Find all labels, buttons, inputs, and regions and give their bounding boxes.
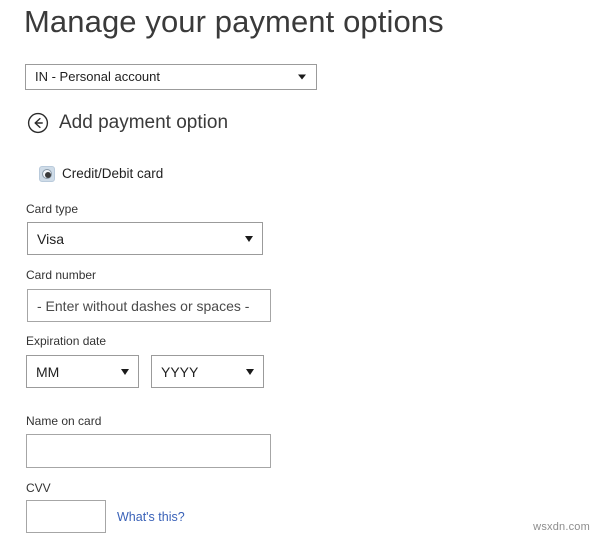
- watermark: wsxdn.com: [533, 521, 590, 533]
- card-number-input[interactable]: - Enter without dashes or spaces -: [27, 289, 271, 322]
- account-select[interactable]: IN - Personal account: [25, 64, 317, 90]
- expiration-year-value: YYYY: [161, 363, 199, 380]
- radio-credit-debit-card-label: Credit/Debit card: [62, 166, 164, 181]
- card-type-label: Card type: [26, 202, 79, 216]
- cvv-help-link[interactable]: What's this?: [117, 510, 185, 525]
- add-payment-option-title: Add payment option: [59, 112, 229, 133]
- expiration-year-select[interactable]: YYYY: [151, 355, 264, 388]
- radio-credit-debit-card[interactable]: Credit/Debit card: [39, 166, 163, 182]
- account-select-value: IN - Personal account: [35, 69, 161, 84]
- page-title: Manage your payment options: [24, 4, 444, 39]
- card-number-placeholder: - Enter without dashes or spaces -: [37, 297, 250, 314]
- expiration-month-value: MM: [36, 363, 60, 380]
- card-type-select-value: Visa: [37, 230, 64, 247]
- cvv-input[interactable]: [26, 500, 106, 533]
- chevron-down-icon: [298, 74, 306, 80]
- chevron-down-icon: [245, 235, 253, 242]
- expiration-month-select[interactable]: MM: [26, 355, 139, 388]
- radio-selected-icon[interactable]: [39, 166, 55, 182]
- name-on-card-label: Name on card: [26, 414, 102, 428]
- add-payment-option-header: Add payment option: [27, 111, 228, 135]
- name-on-card-input[interactable]: [26, 434, 271, 468]
- card-number-label: Card number: [26, 268, 97, 282]
- card-type-select[interactable]: Visa: [27, 222, 263, 255]
- expiration-date-label: Expiration date: [26, 334, 107, 348]
- chevron-down-icon: [121, 368, 129, 375]
- circled-back-arrow-icon[interactable]: [27, 112, 49, 134]
- chevron-down-icon: [246, 368, 254, 375]
- cvv-label: CVV: [26, 481, 51, 495]
